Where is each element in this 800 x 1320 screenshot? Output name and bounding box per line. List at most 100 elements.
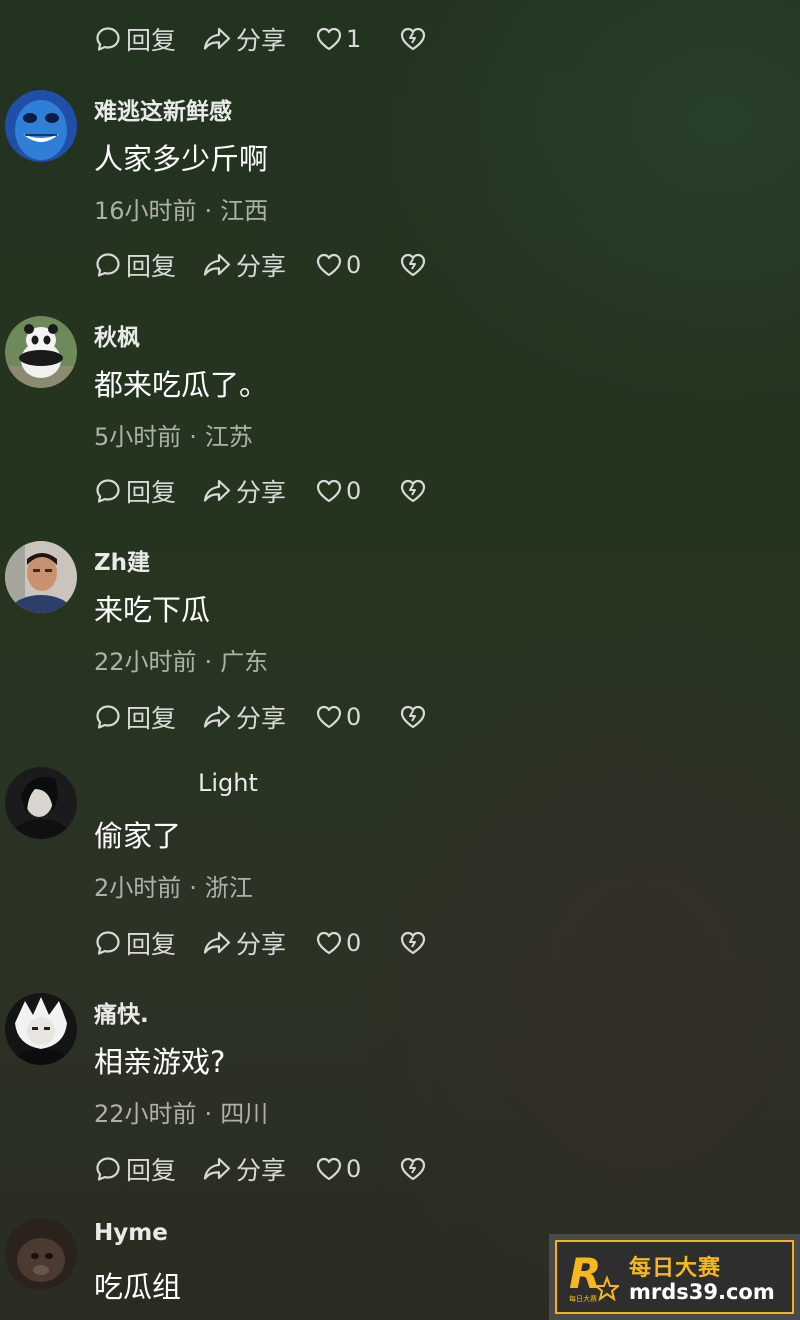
- heart-icon: [316, 27, 342, 51]
- share-label: 分享: [236, 1156, 287, 1185]
- avatar[interactable]: [5, 541, 77, 613]
- like-count: 0: [346, 251, 362, 279]
- share-arrow-icon: [203, 1157, 231, 1180]
- broken-heart-icon: [400, 705, 426, 729]
- comment-bubble-icon: [96, 705, 120, 729]
- reply-button[interactable]: 回复: [94, 247, 202, 283]
- share-label: 分享: [236, 478, 287, 507]
- heart-icon: [316, 1157, 342, 1181]
- share-button[interactable]: 分享: [202, 21, 315, 57]
- reply-label: 回复: [126, 930, 177, 959]
- like-count: 1: [346, 25, 362, 53]
- comment-bubble-icon: [96, 1157, 120, 1181]
- reply-label: 回复: [126, 252, 177, 281]
- heart-icon: [316, 479, 342, 503]
- comment-meta: 5小时前 · 江苏: [94, 423, 253, 451]
- reply-button[interactable]: 回复: [94, 925, 202, 961]
- comment-text: 相亲游戏?: [94, 1045, 226, 1079]
- avatar[interactable]: [5, 316, 77, 388]
- avatar[interactable]: [5, 90, 77, 162]
- username[interactable]: Hyme: [94, 1220, 168, 1246]
- share-label: 分享: [236, 252, 287, 281]
- share-button[interactable]: 分享: [202, 247, 315, 283]
- comment-text: 来吃下瓜: [94, 593, 211, 627]
- comment-time: 16小时前: [94, 197, 197, 225]
- reply-label: 回复: [126, 26, 177, 55]
- share-button[interactable]: 分享: [202, 1151, 315, 1187]
- reply-button[interactable]: 回复: [94, 1151, 202, 1187]
- broken-heart-icon: [400, 27, 426, 51]
- share-button[interactable]: 分享: [202, 699, 315, 735]
- comment-location: 广东: [220, 648, 269, 676]
- comment-meta: 22小时前 · 四川: [94, 1100, 269, 1128]
- share-label: 分享: [236, 26, 287, 55]
- share-arrow-icon: [203, 27, 231, 50]
- like-button[interactable]: 1: [315, 25, 399, 53]
- share-label: 分享: [236, 704, 287, 733]
- dislike-button[interactable]: [399, 251, 427, 279]
- comment-bubble-icon: [96, 931, 120, 955]
- username[interactable]: Zh建: [94, 543, 150, 577]
- comment-time: 2小时前: [94, 874, 182, 902]
- comment-actions: 回复 分享 1: [94, 21, 427, 57]
- username[interactable]: 痛快.: [94, 995, 149, 1029]
- comment-actions: 回复 分享 0: [94, 699, 427, 735]
- username[interactable]: Light: [198, 769, 258, 797]
- comment-text: 吃瓜组: [94, 1270, 182, 1304]
- share-label: 分享: [236, 930, 287, 959]
- like-count: 0: [346, 929, 362, 957]
- reply-label: 回复: [126, 1156, 177, 1185]
- watermark-logo-letter: R: [569, 1249, 601, 1298]
- share-arrow-icon: [203, 931, 231, 954]
- comment-actions: 回复 分享 0: [94, 925, 427, 961]
- comment-actions: 回复 分享 0: [94, 1151, 427, 1187]
- share-arrow-icon: [203, 479, 231, 502]
- comment-time: 5小时前: [94, 423, 182, 451]
- like-button[interactable]: 0: [315, 1155, 399, 1183]
- avatar[interactable]: [5, 767, 77, 839]
- heart-icon: [316, 705, 342, 729]
- comment-meta: 2小时前 · 浙江: [94, 874, 253, 902]
- comment-meta: 16小时前 · 江西: [94, 197, 269, 225]
- username[interactable]: 秋枫: [94, 318, 140, 352]
- comment-bubble-icon: [96, 27, 120, 51]
- like-button[interactable]: 0: [315, 477, 399, 505]
- dislike-button[interactable]: [399, 1155, 427, 1183]
- comment-bubble-icon: [96, 253, 120, 277]
- username[interactable]: 难逃这新鲜感: [94, 92, 232, 126]
- watermark-frame: R 每日大赛 每日大赛 mrds39.com: [555, 1240, 794, 1314]
- avatar[interactable]: [5, 993, 77, 1065]
- like-count: 0: [346, 477, 362, 505]
- broken-heart-icon: [400, 931, 426, 955]
- like-button[interactable]: 0: [315, 929, 399, 957]
- dislike-button[interactable]: [399, 477, 427, 505]
- comment-location: 四川: [220, 1100, 269, 1128]
- like-count: 0: [346, 703, 362, 731]
- reply-button[interactable]: 回复: [94, 21, 202, 57]
- comment-time: 22小时前: [94, 1100, 197, 1128]
- dislike-button[interactable]: [399, 703, 427, 731]
- comment-location: 江西: [220, 197, 269, 225]
- dislike-button[interactable]: [399, 25, 427, 53]
- comment-location: 浙江: [204, 874, 253, 902]
- reply-button[interactable]: 回复: [94, 473, 202, 509]
- dislike-button[interactable]: [399, 929, 427, 957]
- share-arrow-icon: [203, 253, 231, 276]
- watermark-logo-caption: 每日大赛: [569, 1295, 597, 1303]
- comment-text: 人家多少斤啊: [94, 142, 269, 176]
- like-button[interactable]: 0: [315, 251, 399, 279]
- broken-heart-icon: [400, 479, 426, 503]
- reply-label: 回复: [126, 704, 177, 733]
- share-button[interactable]: 分享: [202, 925, 315, 961]
- comment-actions: 回复 分享 0: [94, 247, 427, 283]
- comment-actions: 回复 分享 0: [94, 473, 427, 509]
- reply-button[interactable]: 回复: [94, 699, 202, 735]
- heart-icon: [316, 931, 342, 955]
- comment-bubble-icon: [96, 479, 120, 503]
- comment-list: 回复 分享 1 难逃这新鲜感 人家多少斤啊 16小时前 · 江西 回复 分享 0…: [0, 0, 800, 1320]
- watermark-title: 每日大赛: [629, 1256, 722, 1281]
- like-button[interactable]: 0: [315, 703, 399, 731]
- avatar[interactable]: [5, 1218, 77, 1290]
- share-button[interactable]: 分享: [202, 473, 315, 509]
- like-count: 0: [346, 1155, 362, 1183]
